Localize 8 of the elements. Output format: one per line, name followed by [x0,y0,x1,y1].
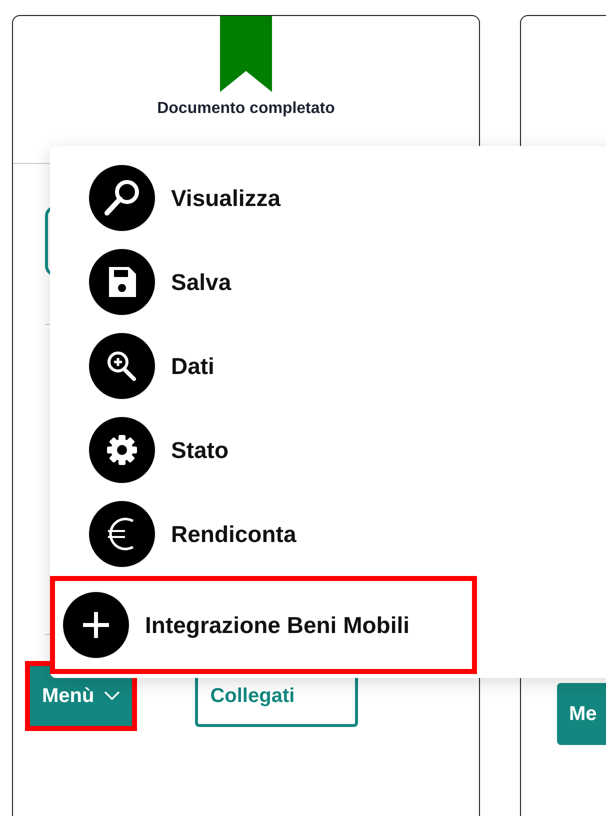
menu-item[interactable]: Rendiconta [89,492,516,576]
menu-button[interactable]: Me [557,683,606,745]
menu-item[interactable]: Salva [89,240,516,324]
menu-item[interactable]: Integrazione Beni Mobili [50,576,477,674]
menu-item[interactable]: Stato [89,408,516,492]
menu-item[interactable]: Visualizza [89,156,516,240]
status-label: Documento completato [157,99,335,119]
menu-item[interactable]: Dati [89,324,516,408]
